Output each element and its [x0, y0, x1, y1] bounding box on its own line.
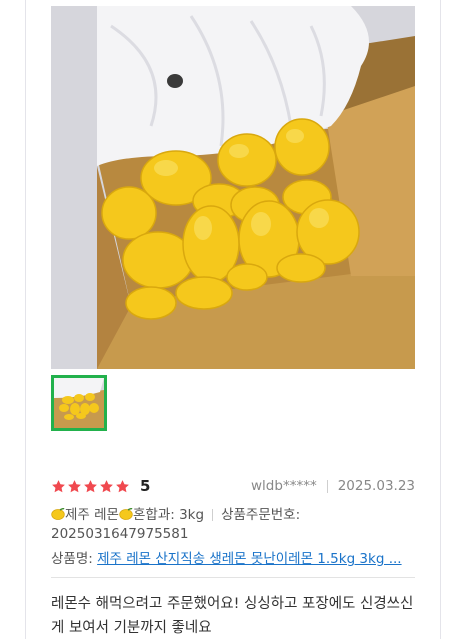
product-label: 상품명: — [51, 551, 93, 567]
page-edge-right — [440, 0, 441, 639]
lemon-box-thumbnail — [54, 378, 104, 428]
product-name-link[interactable]: 제주 레몬 산지직송 생레몬 못난이레몬 1.5kg 3kg ... — [97, 551, 401, 567]
order-label: 상품주문번호: — [221, 507, 301, 523]
lemon-box-photo — [51, 6, 415, 369]
review-header: 5 wldb***** 2025.03.23 — [51, 476, 415, 496]
star-icon — [100, 479, 113, 492]
page-edge-left — [25, 0, 26, 639]
star-icon — [68, 479, 81, 492]
review-body: 레몬수 해먹으려고 주문했어요! 싱싱하고 포장에도 신경쓰신게 보여서 기분까… — [51, 596, 414, 636]
review-photo-thumbnail[interactable] — [51, 375, 107, 431]
option-divider — [212, 509, 214, 521]
star-rating — [51, 479, 130, 494]
option-value: 혼합과: 3kg — [132, 507, 205, 523]
purchase-option: 제주 레몬 혼합과: 3kg 상품주문번호: — [51, 505, 415, 525]
option-label: 제주 레몬 — [65, 507, 119, 523]
divider — [51, 577, 415, 578]
rating-score: 5 — [140, 477, 151, 495]
review-photo[interactable] — [51, 6, 415, 369]
star-icon — [52, 479, 65, 492]
order-number: 2025031647975581 — [51, 526, 189, 542]
review-date: 2025.03.23 — [337, 478, 415, 494]
lemon-emoji-icon — [51, 508, 65, 520]
product-info: 상품명: 제주 레몬 산지직송 생레몬 못난이레몬 1.5kg 3kg ... — [51, 547, 415, 567]
lemon-emoji-icon — [119, 508, 133, 520]
star-icon — [116, 479, 129, 492]
review-author: wldb***** — [251, 478, 317, 494]
meta-divider — [326, 479, 328, 493]
review-meta: wldb***** 2025.03.23 — [251, 478, 415, 494]
star-icon — [84, 479, 97, 492]
